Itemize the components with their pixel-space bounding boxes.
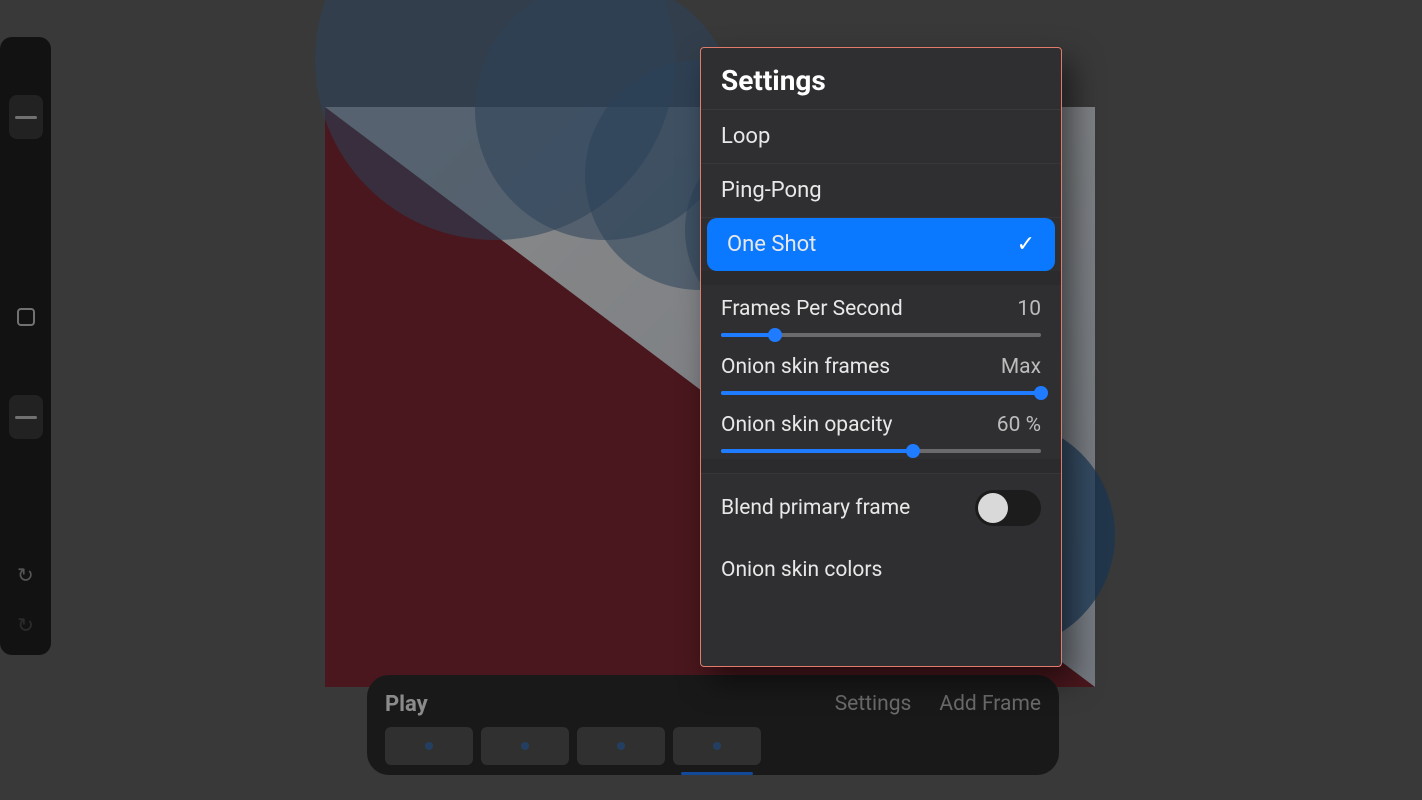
line-icon [15, 416, 37, 419]
fps-slider[interactable] [721, 333, 1041, 337]
onion-frames-label: Onion skin frames [721, 355, 890, 379]
blend-primary-frame-toggle[interactable] [975, 490, 1041, 526]
playback-mode-list: Loop Ping-Pong One Shot ✓ [701, 110, 1061, 271]
brush-icon [15, 116, 37, 119]
redo-button[interactable]: ↻ [9, 603, 43, 647]
tool-button-line[interactable] [9, 395, 43, 439]
undo-icon: ↺ [17, 563, 34, 587]
side-toolbar: ↺ ↻ [0, 37, 51, 655]
onion-skin-colors-row[interactable]: Onion skin colors [701, 542, 1061, 602]
timeline-panel: Play Settings Add Frame [367, 675, 1059, 775]
blend-primary-frame-label: Blend primary frame [721, 496, 910, 520]
frame-thumb[interactable] [385, 727, 473, 765]
tool-button-shape[interactable] [9, 295, 43, 339]
onion-opacity-value: 60 % [997, 413, 1041, 437]
tool-button[interactable] [9, 345, 43, 389]
option-one-shot[interactable]: One Shot ✓ [707, 218, 1055, 271]
option-label: Loop [721, 124, 770, 149]
square-icon [17, 308, 35, 326]
tool-button[interactable] [9, 95, 43, 139]
animation-settings-panel: Settings Loop Ping-Pong One Shot ✓ Frame… [700, 47, 1062, 667]
redo-icon: ↻ [17, 613, 34, 637]
checkmark-icon: ✓ [1017, 232, 1035, 257]
option-loop[interactable]: Loop [701, 110, 1061, 164]
fps-label: Frames Per Second [721, 297, 903, 321]
tool-button[interactable] [9, 195, 43, 239]
toggle-knob [978, 493, 1008, 523]
play-button[interactable]: Play [385, 692, 428, 717]
onion-opacity-label: Onion skin opacity [721, 413, 892, 437]
add-frame-button[interactable]: Add Frame [939, 692, 1041, 716]
option-label: Ping-Pong [721, 178, 822, 203]
frames-row [385, 727, 1041, 765]
settings-header: Settings [701, 48, 1061, 110]
onion-opacity-row: Onion skin opacity 60 % [701, 401, 1061, 459]
onion-skin-colors-label: Onion skin colors [721, 558, 882, 582]
undo-button[interactable]: ↺ [9, 553, 43, 597]
fps-row: Frames Per Second 10 [701, 285, 1061, 343]
blend-primary-frame-row: Blend primary frame [701, 473, 1061, 542]
tool-button[interactable] [9, 145, 43, 189]
frame-thumb[interactable] [577, 727, 665, 765]
option-label: One Shot [727, 232, 816, 257]
fps-value: 10 [1017, 297, 1041, 321]
onion-frames-row: Onion skin frames Max [701, 343, 1061, 401]
tool-button[interactable] [9, 245, 43, 289]
tool-button[interactable] [9, 45, 43, 89]
onion-frames-value: Max [1001, 355, 1041, 379]
timeline-settings-button[interactable]: Settings [835, 692, 912, 716]
onion-opacity-slider[interactable] [721, 449, 1041, 453]
option-ping-pong[interactable]: Ping-Pong [701, 164, 1061, 218]
onion-frames-slider[interactable] [721, 391, 1041, 395]
frame-thumb-active[interactable] [673, 727, 761, 765]
frame-thumb[interactable] [481, 727, 569, 765]
settings-title: Settings [721, 64, 1041, 97]
